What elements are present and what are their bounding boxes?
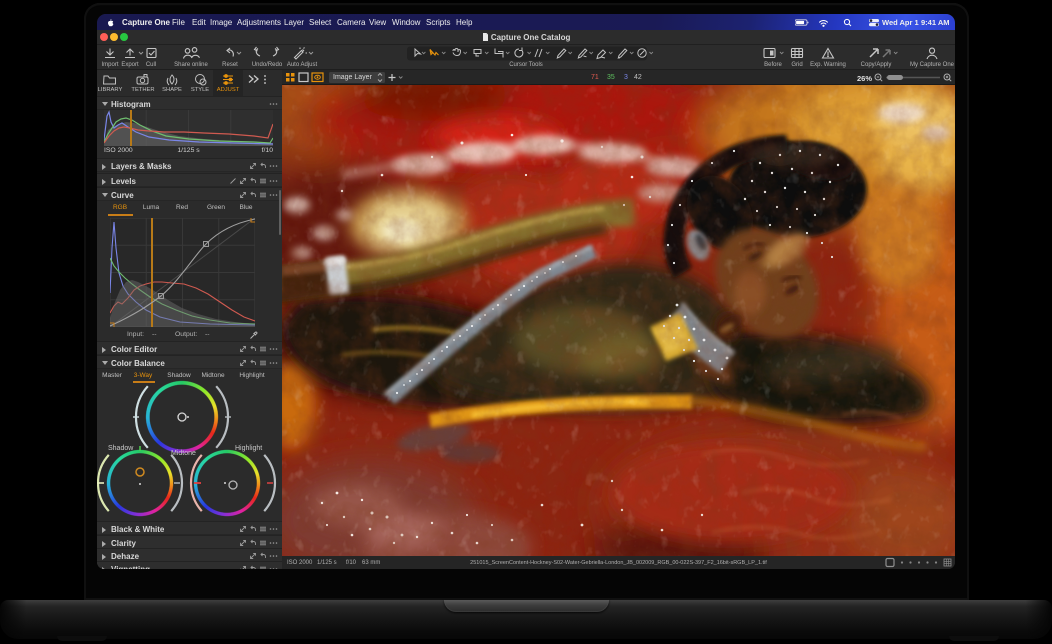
- svg-text:Highlight: Highlight: [235, 445, 262, 452]
- svg-text:Shadow: Shadow: [108, 445, 134, 452]
- svg-text:Midtone: Midtone: [171, 450, 196, 457]
